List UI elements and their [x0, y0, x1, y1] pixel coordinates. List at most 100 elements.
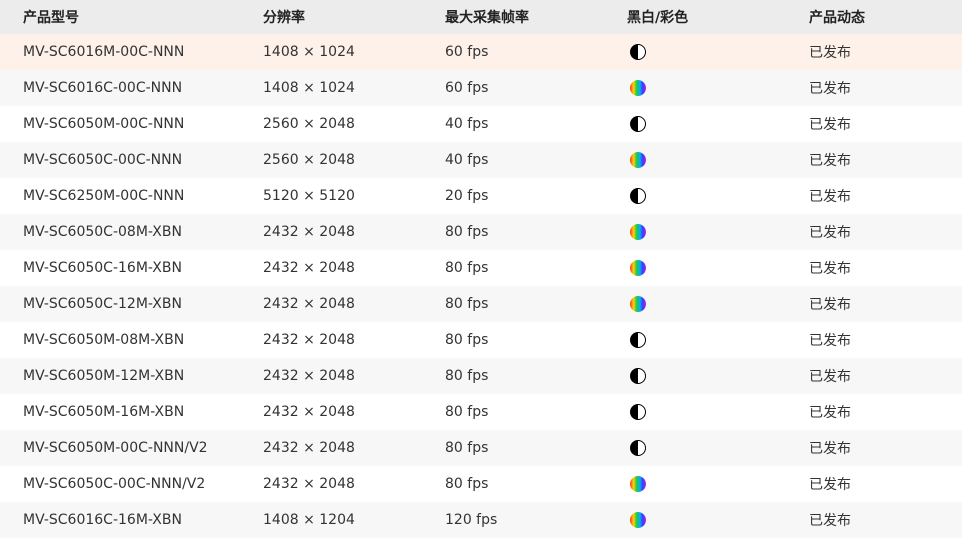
fps-cell: 80 fps: [445, 440, 489, 456]
mode-cell: [604, 260, 786, 276]
table-row[interactable]: MV-SC6050C-00C-NNN/V2 2432 × 2048 80 fps 已发…: [0, 466, 962, 502]
resolution-cell: 2432 × 2048: [263, 476, 355, 492]
model-cell[interactable]: MV-SC6050C-00C-NNN: [0, 152, 240, 168]
table-row[interactable]: MV-SC6016M-00C-NNN 1408 × 1024 60 fps 已发布: [0, 34, 962, 70]
status-cell: 已发布: [809, 441, 851, 457]
table-header: 产品型号 分辨率 最大采集帧率 黑白/彩色 产品动态: [0, 0, 962, 34]
fps-cell: 40 fps: [445, 152, 489, 168]
product-table: 产品型号 分辨率 最大采集帧率 黑白/彩色 产品动态 MV-SC6016M-00…: [0, 0, 962, 538]
color-icon: [630, 476, 646, 492]
status-cell: 已发布: [809, 81, 851, 97]
header-mode[interactable]: 黑白/彩色: [604, 7, 786, 27]
model-cell[interactable]: MV-SC6050M-12M-XBN: [0, 368, 240, 384]
mono-icon: [630, 404, 646, 420]
table-body: MV-SC6016M-00C-NNN 1408 × 1024 60 fps 已发布 MV…: [0, 34, 962, 538]
table-row[interactable]: MV-SC6050C-08M-XBN 2432 × 2048 80 fps 已发布: [0, 214, 962, 250]
model-cell[interactable]: MV-SC6050C-00C-NNN/V2: [0, 476, 240, 492]
resolution-cell: 1408 × 1024: [263, 80, 355, 96]
fps-cell: 80 fps: [445, 224, 489, 240]
fps-cell: 20 fps: [445, 188, 489, 204]
status-cell: 已发布: [809, 261, 851, 277]
table-row[interactable]: MV-SC6050C-16M-XBN 2432 × 2048 80 fps 已发布: [0, 250, 962, 286]
color-icon: [630, 260, 646, 276]
mode-cell: [604, 476, 786, 492]
status-cell: 已发布: [809, 153, 851, 169]
mode-cell: [604, 152, 786, 168]
table-row[interactable]: MV-SC6050M-16M-XBN 2432 × 2048 80 fps 已发布: [0, 394, 962, 430]
resolution-cell: 2432 × 2048: [263, 296, 355, 312]
mode-cell: [604, 404, 786, 420]
resolution-cell: 1408 × 1024: [263, 44, 355, 60]
mode-cell: [604, 512, 786, 528]
resolution-cell: 5120 × 5120: [263, 188, 355, 204]
model-cell[interactable]: MV-SC6050M-08M-XBN: [0, 332, 240, 348]
model-cell[interactable]: MV-SC6050C-16M-XBN: [0, 260, 240, 276]
model-cell[interactable]: MV-SC6016C-00C-NNN: [0, 80, 240, 96]
fps-cell: 80 fps: [445, 296, 489, 312]
fps-cell: 80 fps: [445, 476, 489, 492]
resolution-cell: 2432 × 2048: [263, 440, 355, 456]
mono-icon: [630, 116, 646, 132]
color-icon: [630, 224, 646, 240]
table-row[interactable]: MV-SC6050C-00C-NNN 2560 × 2048 40 fps 已发布: [0, 142, 962, 178]
table-row[interactable]: MV-SC6050M-00C-NNN/V2 2432 × 2048 80 fps 已发…: [0, 430, 962, 466]
status-cell: 已发布: [809, 225, 851, 241]
model-cell[interactable]: MV-SC6016C-16M-XBN: [0, 512, 240, 528]
table-row[interactable]: MV-SC6250M-00C-NNN 5120 × 5120 20 fps 已发布: [0, 178, 962, 214]
fps-cell: 40 fps: [445, 116, 489, 132]
fps-cell: 80 fps: [445, 404, 489, 420]
mode-cell: [604, 188, 786, 204]
resolution-cell: 2560 × 2048: [263, 152, 355, 168]
status-cell: 已发布: [809, 369, 851, 385]
fps-cell: 80 fps: [445, 260, 489, 276]
status-cell: 已发布: [809, 117, 851, 133]
table-row[interactable]: MV-SC6050M-08M-XBN 2432 × 2048 80 fps 已发布: [0, 322, 962, 358]
mode-cell: [604, 332, 786, 348]
color-icon: [630, 296, 646, 312]
resolution-cell: 2560 × 2048: [263, 116, 355, 132]
table-row[interactable]: MV-SC6050M-00C-NNN 2560 × 2048 40 fps 已发布: [0, 106, 962, 142]
mono-icon: [630, 368, 646, 384]
table-row[interactable]: MV-SC6016C-00C-NNN 1408 × 1024 60 fps 已发布: [0, 70, 962, 106]
mono-icon: [630, 188, 646, 204]
fps-cell: 60 fps: [445, 80, 489, 96]
mono-icon: [630, 332, 646, 348]
mode-cell: [604, 116, 786, 132]
resolution-cell: 2432 × 2048: [263, 368, 355, 384]
status-cell: 已发布: [809, 45, 851, 61]
model-cell[interactable]: MV-SC6050C-08M-XBN: [0, 224, 240, 240]
model-cell[interactable]: MV-SC6050C-12M-XBN: [0, 296, 240, 312]
mono-icon: [630, 440, 646, 456]
header-fps[interactable]: 最大采集帧率: [422, 7, 604, 27]
model-cell[interactable]: MV-SC6016M-00C-NNN: [0, 44, 240, 60]
model-cell[interactable]: MV-SC6050M-00C-NNN: [0, 116, 240, 132]
model-cell[interactable]: MV-SC6250M-00C-NNN: [0, 188, 240, 204]
header-model[interactable]: 产品型号: [0, 7, 240, 27]
resolution-cell: 2432 × 2048: [263, 260, 355, 276]
mode-cell: [604, 440, 786, 456]
table-row[interactable]: MV-SC6050M-12M-XBN 2432 × 2048 80 fps 已发布: [0, 358, 962, 394]
status-cell: 已发布: [809, 477, 851, 493]
status-cell: 已发布: [809, 513, 851, 529]
status-cell: 已发布: [809, 297, 851, 313]
color-icon: [630, 512, 646, 528]
table-row[interactable]: MV-SC6016C-16M-XBN 1408 × 1204 120 fps 已发布: [0, 502, 962, 538]
header-status[interactable]: 产品动态: [786, 7, 962, 27]
status-cell: 已发布: [809, 333, 851, 349]
mode-cell: [604, 224, 786, 240]
header-resolution[interactable]: 分辨率: [240, 7, 422, 27]
status-cell: 已发布: [809, 405, 851, 421]
mode-cell: [604, 80, 786, 96]
mode-cell: [604, 44, 786, 60]
model-cell[interactable]: MV-SC6050M-16M-XBN: [0, 404, 240, 420]
fps-cell: 120 fps: [445, 512, 498, 528]
resolution-cell: 2432 × 2048: [263, 404, 355, 420]
resolution-cell: 2432 × 2048: [263, 332, 355, 348]
mode-cell: [604, 368, 786, 384]
table-row[interactable]: MV-SC6050C-12M-XBN 2432 × 2048 80 fps 已发布: [0, 286, 962, 322]
resolution-cell: 2432 × 2048: [263, 224, 355, 240]
mode-cell: [604, 296, 786, 312]
color-icon: [630, 80, 646, 96]
fps-cell: 80 fps: [445, 368, 489, 384]
model-cell[interactable]: MV-SC6050M-00C-NNN/V2: [0, 440, 240, 456]
